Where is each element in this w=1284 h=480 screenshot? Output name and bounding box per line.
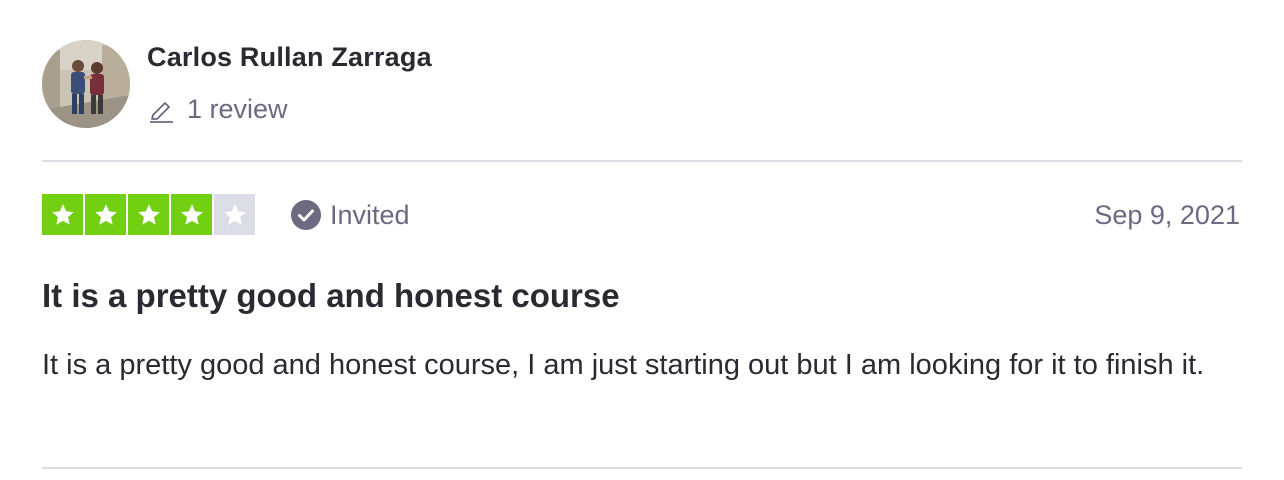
check-circle-icon — [290, 199, 322, 231]
avatar-photo — [42, 40, 130, 128]
star-icon — [171, 194, 212, 235]
header-divider — [42, 160, 1242, 162]
review-date: Sep 9, 2021 — [1094, 200, 1240, 230]
star-icon — [85, 194, 126, 235]
pencil-icon — [147, 95, 175, 123]
invited-badge[interactable]: Invited — [290, 198, 410, 232]
review-count: 1 review — [147, 92, 288, 126]
star-rating — [42, 194, 255, 235]
review-title[interactable]: It is a pretty good and honest course — [42, 277, 620, 315]
reviewer-name[interactable]: Carlos Rullan Zarraga — [147, 42, 432, 73]
star-empty-icon — [214, 194, 255, 235]
star-icon — [128, 194, 169, 235]
review-count-label: 1 review — [187, 93, 288, 124]
footer-divider — [42, 467, 1242, 469]
star-icon — [42, 194, 83, 235]
invited-label: Invited — [330, 199, 410, 230]
avatar[interactable] — [42, 40, 130, 128]
review-body: It is a pretty good and honest course, I… — [42, 349, 1205, 381]
review-card: Carlos Rullan Zarraga 1 review Invited S… — [0, 0, 1284, 480]
